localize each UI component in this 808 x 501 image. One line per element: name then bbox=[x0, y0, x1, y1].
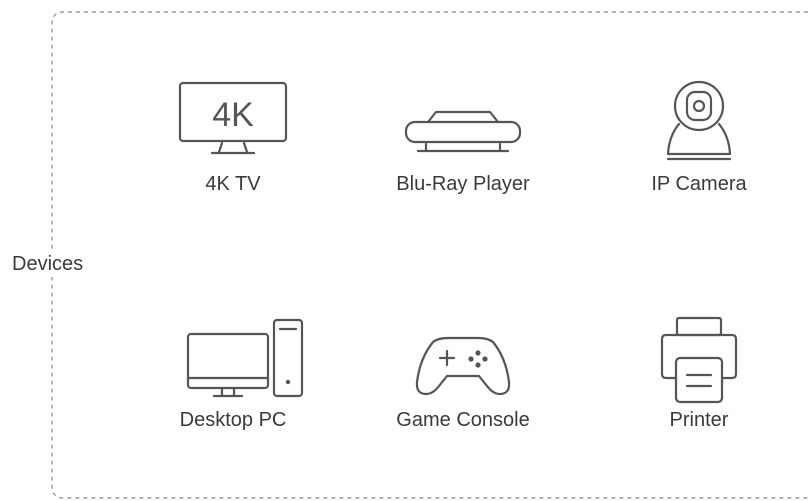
device-printer: Printer bbox=[604, 316, 794, 432]
device-label: Game Console bbox=[396, 409, 530, 431]
printer-icon bbox=[660, 316, 738, 404]
device-label: Blu-Ray Player bbox=[396, 173, 530, 195]
device-label: Printer bbox=[669, 409, 729, 431]
tv-icon: 4K bbox=[178, 81, 288, 155]
device-bluray-player: Blu-Ray Player bbox=[368, 80, 558, 196]
device-label: 4K TV bbox=[205, 173, 261, 195]
device-4k-tv: 4K 4K TV bbox=[138, 80, 328, 196]
device-ip-camera: IP Camera bbox=[604, 80, 794, 196]
bluray-player-icon bbox=[404, 110, 522, 153]
devices-group-label: Devices bbox=[10, 251, 86, 277]
ip-camera-icon bbox=[666, 80, 732, 161]
device-label: IP Camera bbox=[651, 173, 747, 195]
device-label: Desktop PC bbox=[179, 409, 287, 431]
desktop-pc-icon bbox=[186, 318, 304, 398]
tv-screen-text: 4K bbox=[212, 96, 254, 134]
device-desktop-pc: Desktop PC bbox=[138, 316, 328, 432]
device-game-console: Game Console bbox=[368, 316, 558, 432]
gamepad-icon bbox=[415, 336, 511, 396]
